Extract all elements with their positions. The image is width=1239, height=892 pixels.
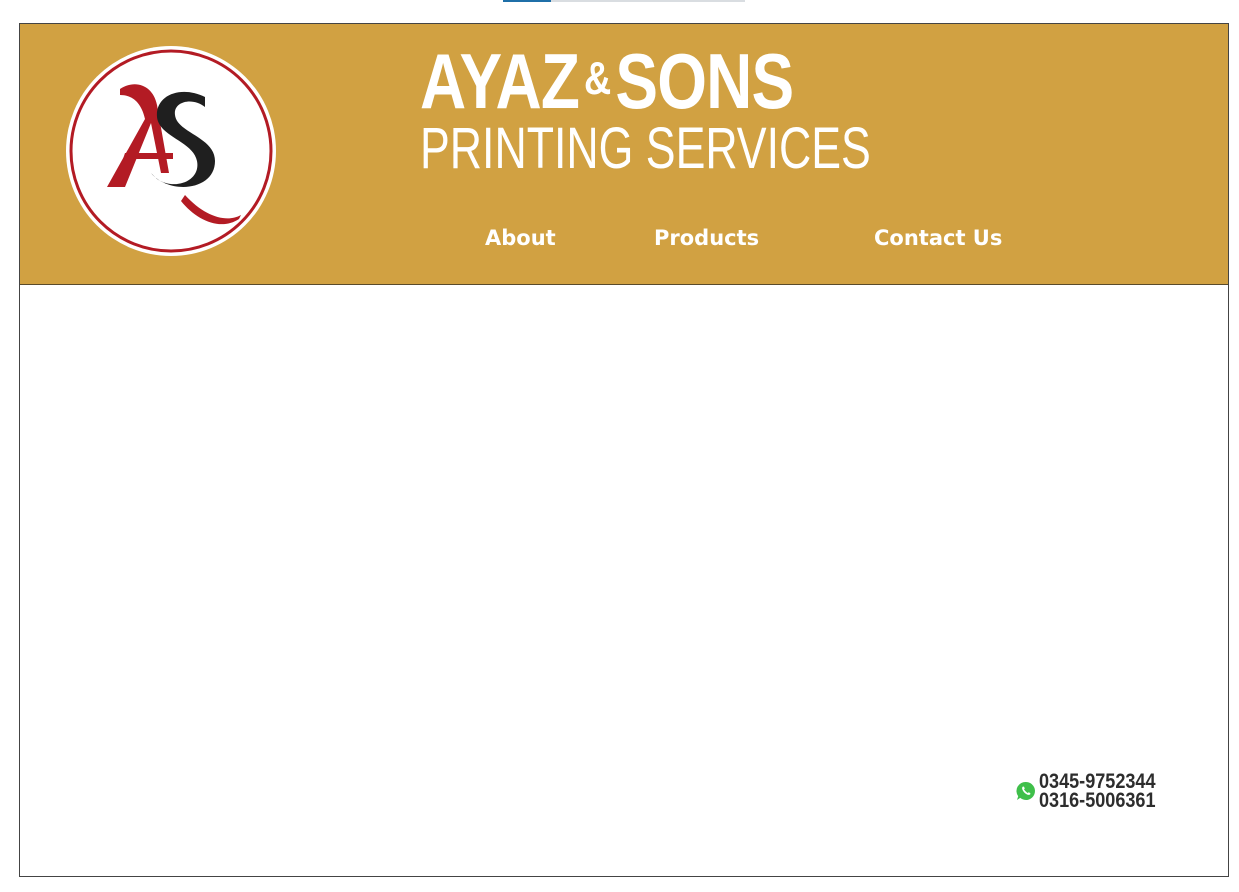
whatsapp-icon — [1016, 781, 1035, 800]
phone-numbers: 0345-9752344 0316-5006361 — [1039, 771, 1174, 811]
brand-title: AYAZ &SONS — [420, 37, 794, 125]
loading-progress-bar — [503, 0, 745, 2]
page-frame: AYAZ &SONS PRINTING SERVICES About Produc… — [19, 23, 1229, 877]
nav-link-about[interactable]: About — [485, 226, 556, 250]
phone-number-2[interactable]: 0316-5006361 — [1039, 790, 1156, 811]
nav-link-products[interactable]: Products — [654, 226, 759, 250]
contact-block: 0345-9752344 0316-5006361 — [1016, 771, 1174, 811]
brand-subtitle: PRINTING SERVICES — [420, 116, 871, 181]
site-header: AYAZ &SONS PRINTING SERVICES About Produc… — [20, 24, 1228, 285]
nav-link-contact-us[interactable]: Contact Us — [874, 226, 1002, 250]
loading-progress-fill — [503, 0, 552, 2]
brand-logo[interactable] — [65, 45, 277, 257]
brand-block: AYAZ &SONS PRINTING SERVICES — [420, 36, 871, 181]
